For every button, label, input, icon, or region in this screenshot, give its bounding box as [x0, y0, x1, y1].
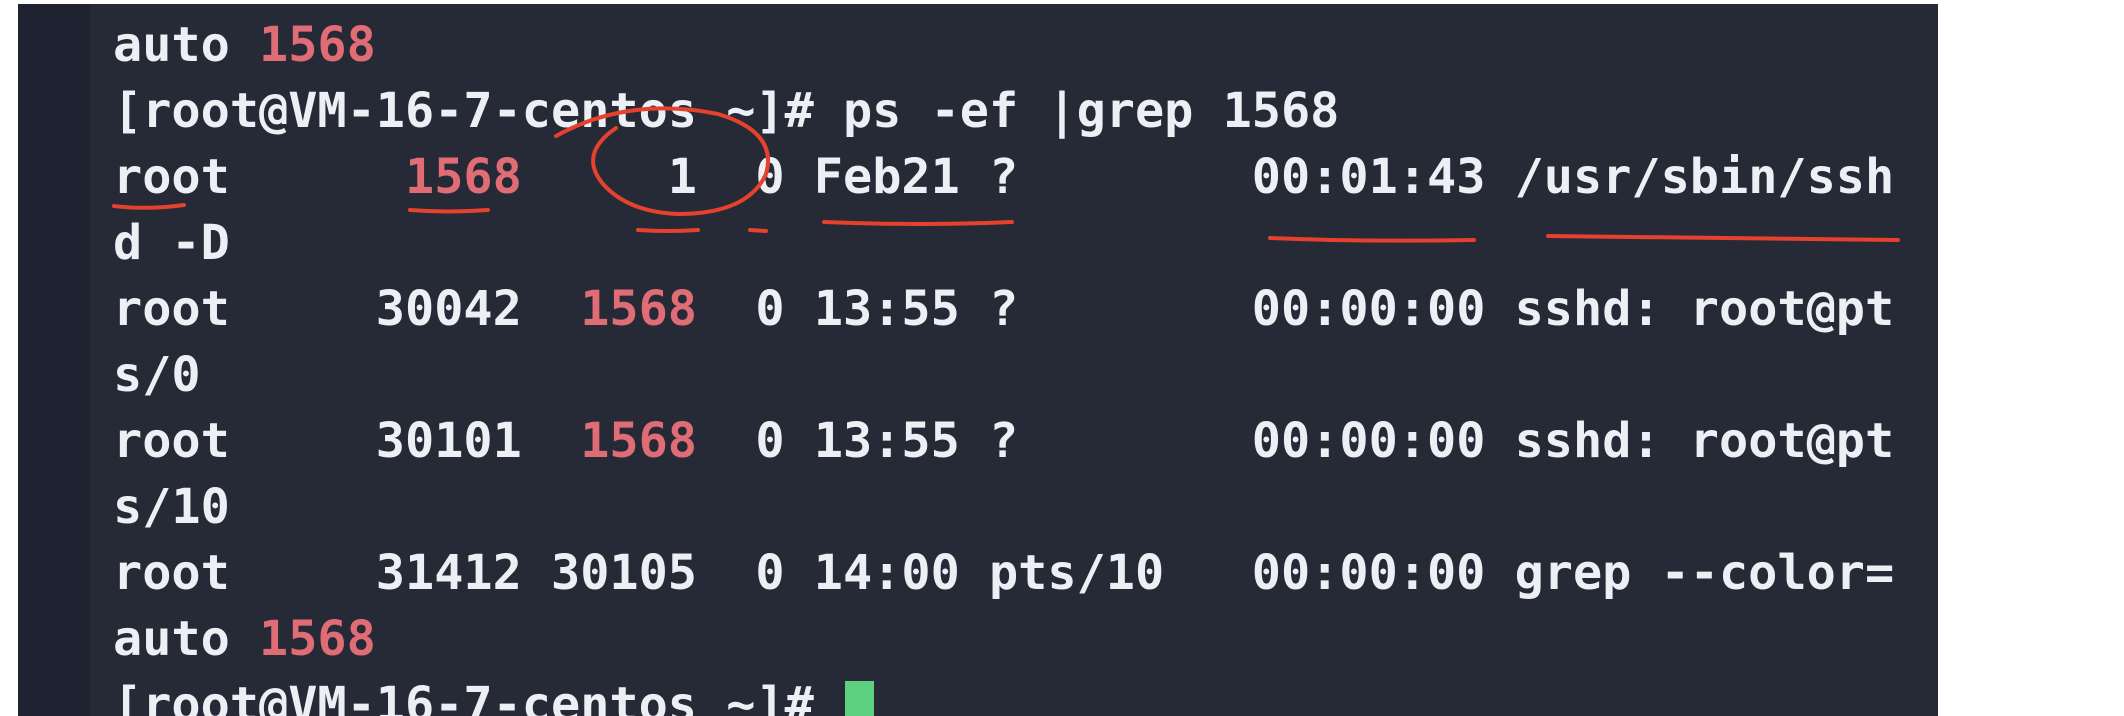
terminal-gutter	[18, 4, 90, 716]
terminal-window[interactable]: auto 1568 [root@VM-16-7-centos ~]# ps -e…	[18, 4, 1938, 716]
output-line: auto 1568	[113, 611, 376, 667]
output-line: root 31412 30105 0 14:00 pts/10 00:00:00…	[113, 545, 1895, 601]
match-highlight: 1568	[405, 149, 522, 205]
prompt-line[interactable]: [root@VM-16-7-centos ~]#	[113, 672, 874, 716]
output-line: root 1568 1 0 Feb21 ? 00:01:43 /usr/sbin…	[113, 149, 1895, 205]
output-line: root 30101 1568 0 13:55 ? 00:00:00 sshd:…	[113, 413, 1895, 469]
output-line: auto 1568	[113, 17, 376, 73]
command-line: [root@VM-16-7-centos ~]# ps -ef |grep 15…	[113, 83, 1340, 139]
output-line: s/10	[113, 479, 230, 535]
output-line: d -D	[113, 215, 230, 271]
terminal-screen[interactable]: auto 1568 [root@VM-16-7-centos ~]# ps -e…	[113, 4, 1938, 716]
match-highlight: 1568	[580, 413, 698, 469]
output-line: s/0	[113, 347, 201, 403]
match-highlight: 1568	[580, 281, 698, 337]
output-line: root 30042 1568 0 13:55 ? 00:00:00 sshd:…	[113, 281, 1895, 337]
match-highlight: 1568	[259, 611, 376, 667]
match-highlight: 1568	[259, 17, 376, 73]
block-cursor-icon	[845, 681, 874, 716]
